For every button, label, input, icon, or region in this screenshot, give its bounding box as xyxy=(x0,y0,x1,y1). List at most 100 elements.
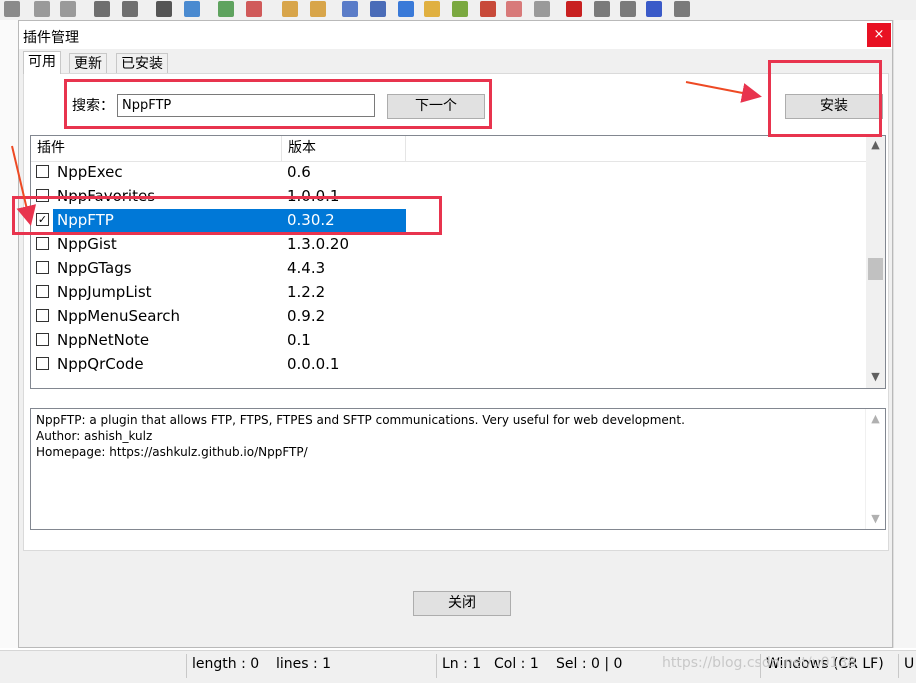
undo-icon[interactable] xyxy=(94,1,110,17)
tab-panel: 搜索： 下一个 安装 插件 版本 NppExec 0.6 NppFavorite… xyxy=(23,73,889,551)
list-header: 插件 版本 xyxy=(31,136,867,162)
plugin-name: NppQrCode xyxy=(57,355,144,373)
copy-icon[interactable] xyxy=(34,1,50,17)
plugin-checkbox[interactable] xyxy=(36,261,49,274)
document-icon[interactable] xyxy=(506,1,522,17)
next-button[interactable]: 下一个 xyxy=(387,94,485,119)
table-row[interactable]: NppNetNote 0.1 xyxy=(31,329,867,353)
watermark: https://blog.csdn.net/u0138 xyxy=(662,655,857,671)
folder-icon[interactable] xyxy=(424,1,440,17)
plugin-version: 0.1 xyxy=(287,331,311,349)
status-col: Col : 1 xyxy=(494,656,539,672)
table-row[interactable]: NppMenuSearch 0.9.2 xyxy=(31,305,867,329)
plugin-version: 1.3.0.20 xyxy=(287,235,350,253)
plugin-version: 0.30.2 xyxy=(287,211,335,229)
close-button[interactable]: 关闭 xyxy=(413,591,511,616)
scroll-down-icon[interactable]: ▼ xyxy=(866,511,885,527)
plugin-checkbox[interactable] xyxy=(36,237,49,250)
search-label: 搜索： xyxy=(72,98,114,114)
scroll-up-icon[interactable]: ▲ xyxy=(866,138,885,151)
table-row[interactable]: NppGist 1.3.0.20 xyxy=(31,233,867,257)
function-list-icon[interactable] xyxy=(480,1,496,17)
plugin-name: NppNetNote xyxy=(57,331,150,349)
install-button[interactable]: 安装 xyxy=(785,94,883,119)
scroll-down-icon[interactable]: ▼ xyxy=(866,370,885,383)
plugin-checkbox[interactable] xyxy=(36,165,49,178)
description-homepage: Homepage: https://ashkulz.github.io/NppF… xyxy=(36,445,308,459)
map-icon[interactable] xyxy=(452,1,468,17)
table-row[interactable]: NppGTags 4.4.3 xyxy=(31,257,867,281)
status-lines: lines : 1 xyxy=(276,656,332,672)
indent-guide-icon[interactable] xyxy=(398,1,414,17)
plugin-version: 4.4.3 xyxy=(287,259,326,277)
table-row[interactable]: NppQrCode 0.0.0.1 xyxy=(31,353,867,377)
stop-macro-icon[interactable] xyxy=(594,1,610,17)
plugin-name: NppMenuSearch xyxy=(57,307,180,325)
tab-installed[interactable]: 已安装 xyxy=(116,53,168,74)
plugin-name: NppFTP xyxy=(57,211,114,229)
status-sel: Sel : 0 | 0 xyxy=(556,656,623,672)
plugin-version: 1.2.2 xyxy=(287,283,326,301)
plugin-name: NppGist xyxy=(57,235,117,253)
editor-toolbar xyxy=(0,0,916,21)
plugin-name: NppGTags xyxy=(57,259,132,277)
search-input[interactable] xyxy=(117,94,375,117)
show-all-chars-icon[interactable] xyxy=(370,1,386,17)
dialog-titlebar: 插件管理 × xyxy=(19,21,892,49)
table-row-selected[interactable]: ✓ NppFTP 0.30.2 xyxy=(31,209,867,233)
plugin-checkbox[interactable]: ✓ xyxy=(36,213,49,226)
plugin-list-scrollbar[interactable]: ▲ ▼ xyxy=(866,136,885,388)
description-scrollbar[interactable]: ▲ ▼ xyxy=(865,409,885,529)
plugin-description: NppFTP: a plugin that allows FTP, FTPS, … xyxy=(30,408,886,530)
scroll-thumb[interactable] xyxy=(868,258,883,280)
description-summary: NppFTP: a plugin that allows FTP, FTPS, … xyxy=(36,413,685,427)
status-separator xyxy=(186,654,187,678)
table-row[interactable]: NppJumpList 1.2.2 xyxy=(31,281,867,305)
status-separator xyxy=(436,654,437,678)
plugin-name: NppJumpList xyxy=(57,283,152,301)
plugin-list[interactable]: 插件 版本 NppExec 0.6 NppFavorites 1.0.0.1 ✓… xyxy=(30,135,886,389)
record-macro-icon[interactable] xyxy=(566,1,582,17)
status-ln: Ln : 1 xyxy=(442,656,482,672)
save-macro-icon[interactable] xyxy=(674,1,690,17)
sync-vertical-icon[interactable] xyxy=(282,1,298,17)
tab-updates[interactable]: 更新 xyxy=(69,53,107,74)
dialog-title: 插件管理 xyxy=(23,30,79,46)
column-header-version[interactable]: 版本 xyxy=(282,136,406,161)
play-macro-icon[interactable] xyxy=(620,1,636,17)
status-separator xyxy=(898,654,899,678)
status-length: length : 0 xyxy=(192,656,260,672)
tab-available[interactable]: 可用 xyxy=(23,51,61,74)
plugin-checkbox[interactable] xyxy=(36,189,49,202)
redo-icon[interactable] xyxy=(122,1,138,17)
monitor-icon[interactable] xyxy=(534,1,550,17)
plugin-name: NppFavorites xyxy=(57,187,156,205)
find-icon[interactable] xyxy=(156,1,172,17)
cut-icon[interactable] xyxy=(4,1,20,17)
table-row[interactable]: NppExec 0.6 xyxy=(31,161,867,185)
zoom-in-icon[interactable] xyxy=(218,1,234,17)
status-encoding[interactable]: U xyxy=(904,656,914,672)
column-header-plugin[interactable]: 插件 xyxy=(31,136,282,161)
close-icon[interactable]: × xyxy=(867,23,891,47)
plugin-version: 0.6 xyxy=(287,163,311,181)
replace-icon[interactable] xyxy=(184,1,200,17)
word-wrap-icon[interactable] xyxy=(342,1,358,17)
editor-area-right xyxy=(893,20,916,648)
paste-icon[interactable] xyxy=(60,1,76,17)
scroll-up-icon[interactable]: ▲ xyxy=(866,411,885,427)
plugin-checkbox[interactable] xyxy=(36,285,49,298)
plugin-checkbox[interactable] xyxy=(36,309,49,322)
plugin-version: 1.0.0.1 xyxy=(287,187,340,205)
run-macro-multiple-icon[interactable] xyxy=(646,1,662,17)
plugin-checkbox[interactable] xyxy=(36,333,49,346)
plugin-checkbox[interactable] xyxy=(36,357,49,370)
table-row[interactable]: NppFavorites 1.0.0.1 xyxy=(31,185,867,209)
plugin-manager-dialog: 插件管理 × 可用 更新 已安装 搜索： 下一个 安装 插件 版本 NppExe… xyxy=(18,20,893,648)
editor-area-left xyxy=(0,20,18,648)
plugin-version: 0.9.2 xyxy=(287,307,326,325)
sync-horizontal-icon[interactable] xyxy=(310,1,326,17)
zoom-out-icon[interactable] xyxy=(246,1,262,17)
plugin-name: NppExec xyxy=(57,163,123,181)
description-author: Author: ashish_kulz xyxy=(36,429,153,443)
